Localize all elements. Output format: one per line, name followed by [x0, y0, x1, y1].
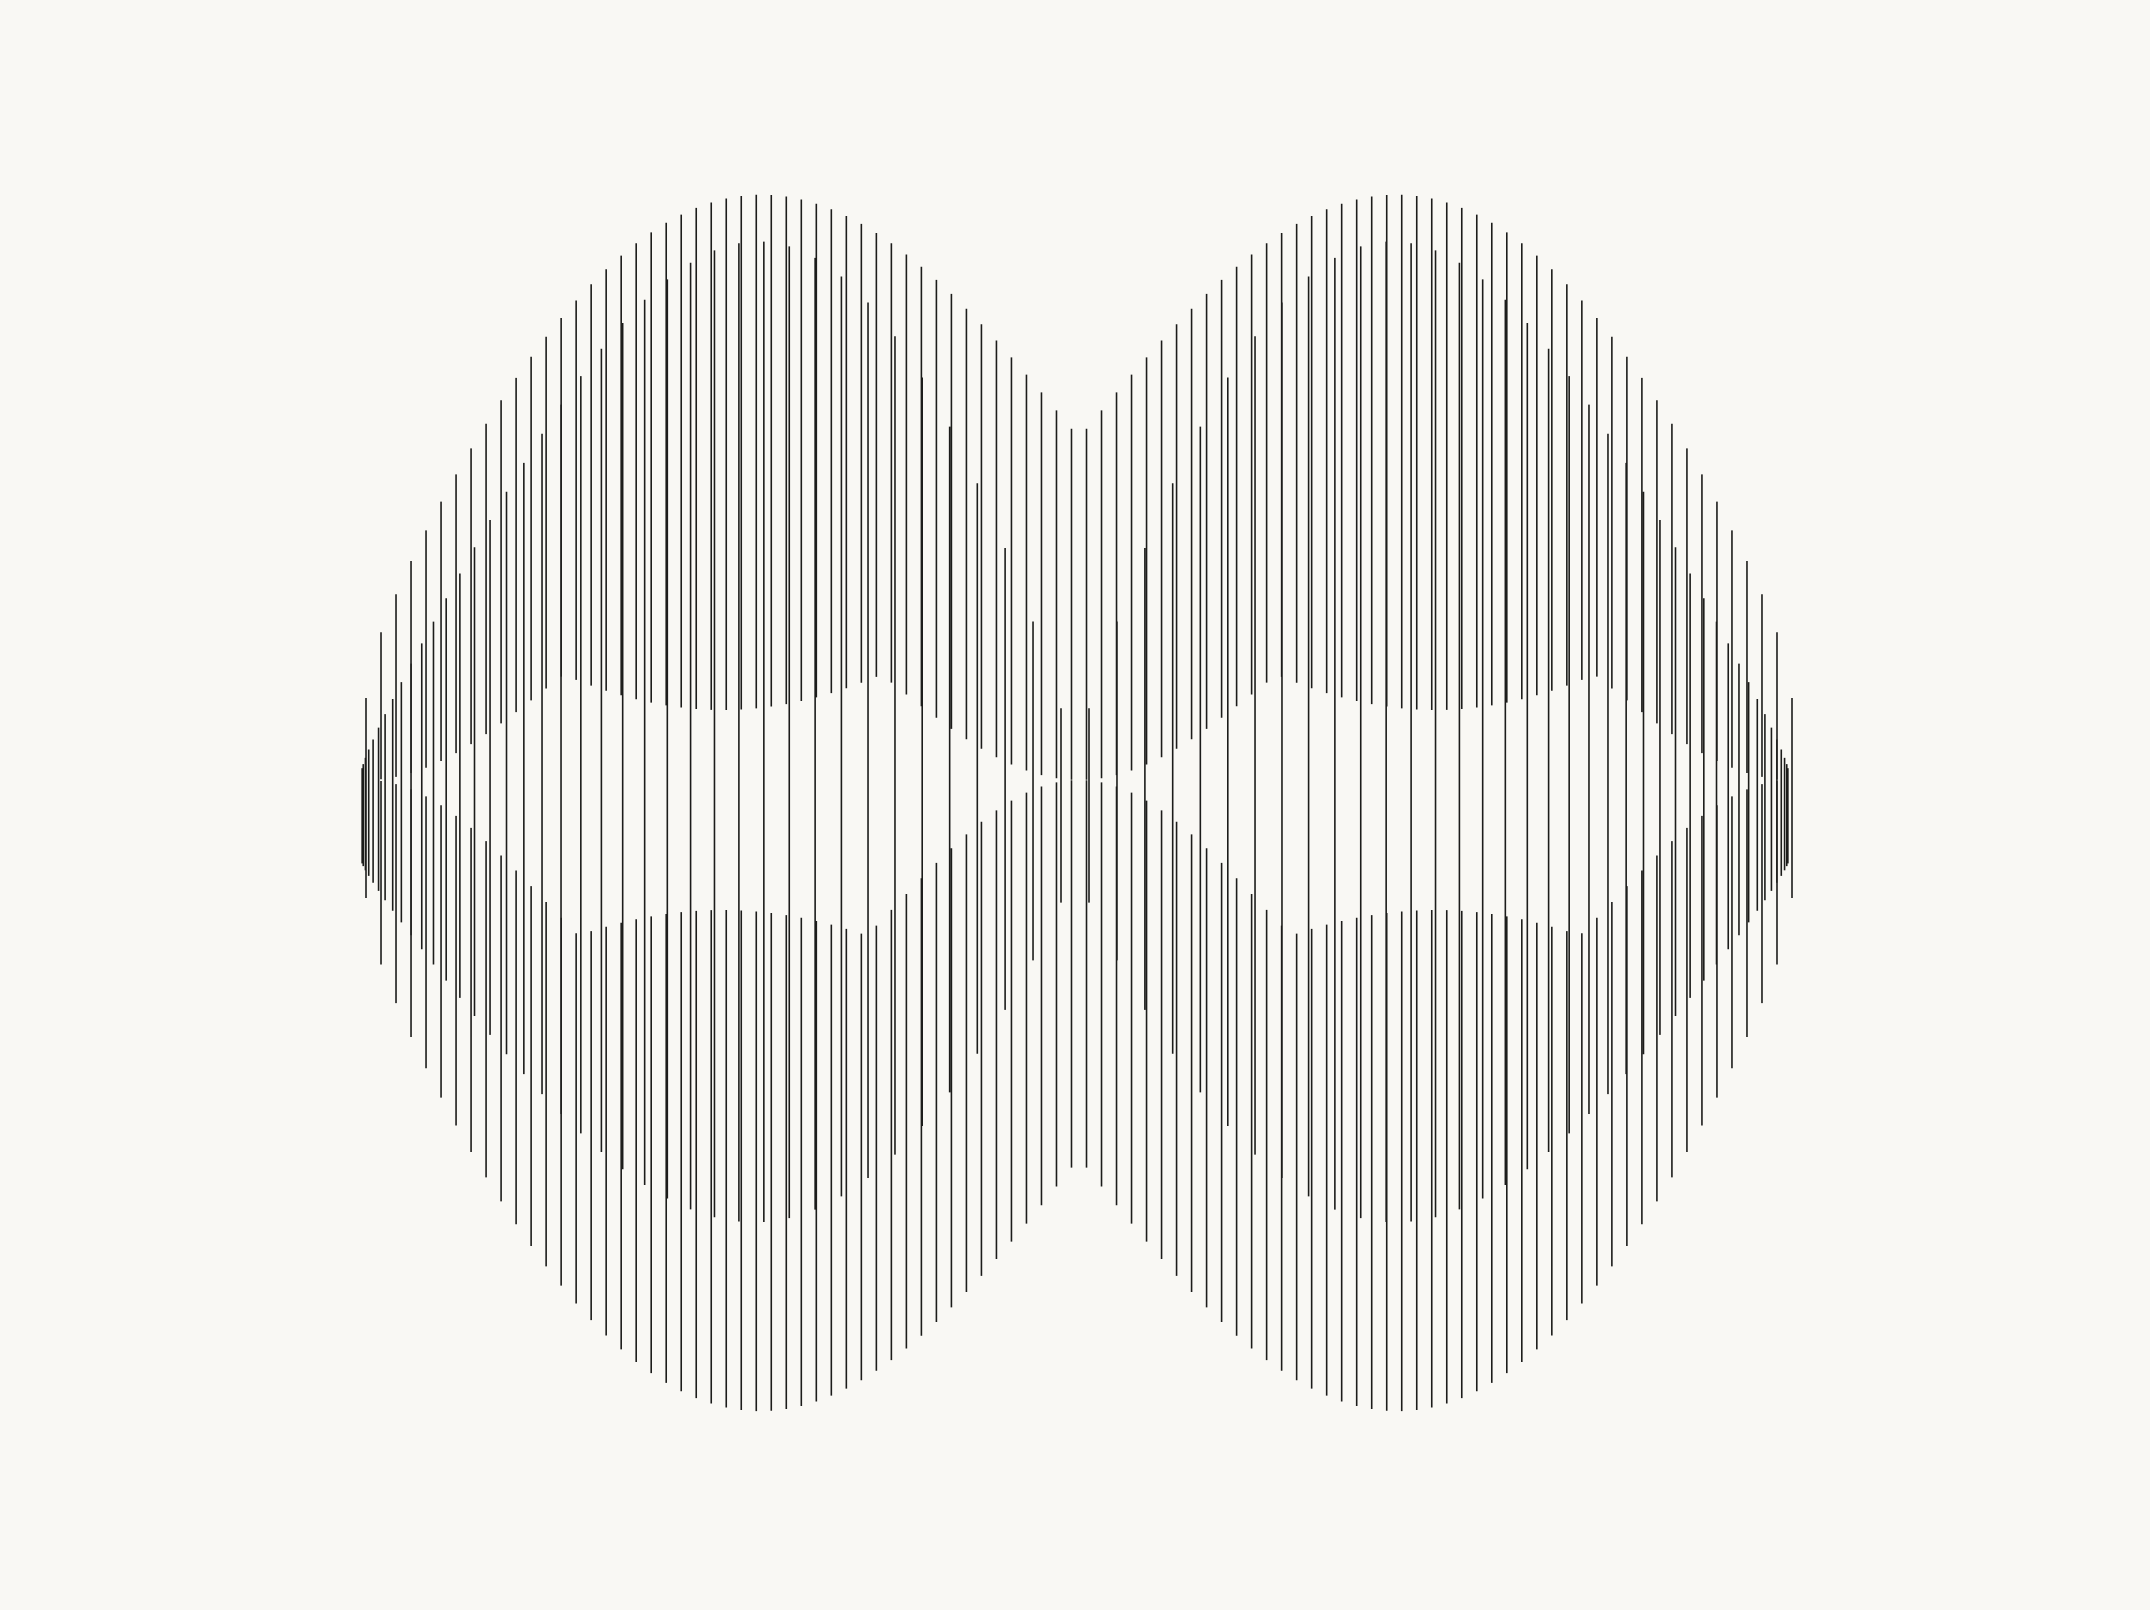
- background: [0, 0, 2150, 1610]
- canvas-page: { "artwork": { "background_color": "#f9f…: [0, 0, 2150, 1610]
- line-art-canvas: [0, 0, 2150, 1610]
